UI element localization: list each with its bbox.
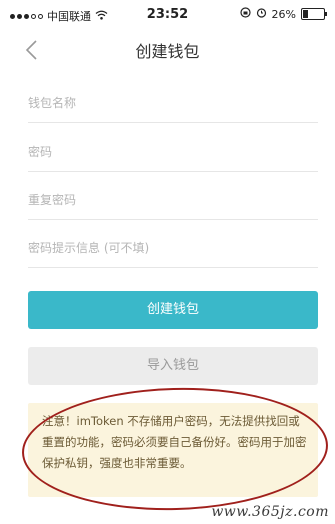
wallet-name-input[interactable] bbox=[28, 88, 318, 118]
password-field[interactable] bbox=[28, 133, 318, 172]
battery-icon bbox=[301, 8, 327, 20]
alarm-icon bbox=[256, 7, 267, 21]
battery-percent: 26% bbox=[271, 7, 296, 21]
watermark: www.365jz.com bbox=[211, 504, 329, 520]
import-wallet-button[interactable]: 导入钱包 bbox=[28, 347, 318, 385]
orientation-lock-icon bbox=[239, 7, 251, 21]
nav-bar: 创建钱包 bbox=[0, 30, 335, 70]
password-hint-field[interactable] bbox=[28, 229, 318, 268]
password-input[interactable] bbox=[28, 137, 318, 167]
status-bar: 中国联通 23:52 26% bbox=[0, 0, 335, 30]
status-right: 26% bbox=[239, 7, 327, 21]
password-hint-input[interactable] bbox=[28, 233, 318, 263]
wallet-name-field[interactable] bbox=[28, 84, 318, 123]
create-wallet-button[interactable]: 创建钱包 bbox=[28, 291, 318, 329]
repeat-password-input[interactable] bbox=[28, 185, 318, 215]
page-title: 创建钱包 bbox=[135, 42, 200, 61]
battery-fill bbox=[303, 10, 309, 18]
repeat-password-field[interactable] bbox=[28, 181, 318, 220]
